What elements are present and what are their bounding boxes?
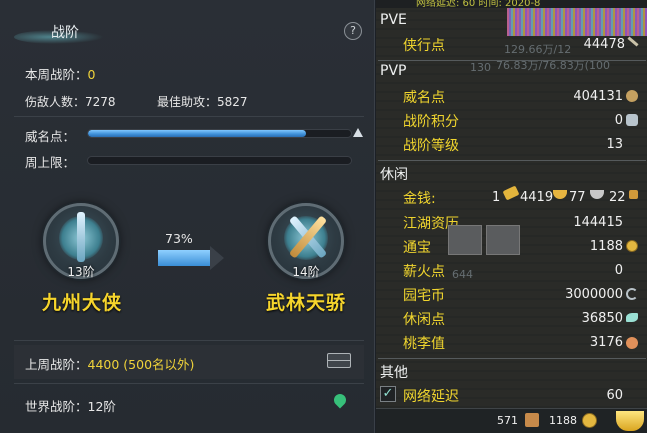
bg-level-text: 130	[470, 61, 491, 74]
item-thumbnail	[486, 225, 520, 255]
silver-ingot-icon	[590, 190, 604, 199]
current-rank-emblem[interactable]: 13阶	[43, 203, 119, 279]
treasure-chest-icon[interactable]	[327, 353, 351, 368]
leisure-value-yuanzhai: 3000000	[565, 287, 623, 302]
leisure-value-xinhuo: 0	[614, 263, 623, 278]
leaf-icon	[626, 313, 638, 322]
pvp-key-points: 战阶积分	[403, 114, 459, 130]
assist-value: 5827	[217, 95, 248, 109]
week-rank-row: 本周战阶：0	[25, 64, 95, 83]
pvp-value-prestige: 404131	[573, 89, 623, 104]
section-other: 其他	[380, 365, 408, 381]
tongbao-coin-icon	[626, 240, 638, 252]
last-week-rank: 上周战阶：4400 (500名以外)	[25, 354, 194, 373]
next-rank-name: 武林天骄	[266, 292, 347, 314]
help-icon[interactable]: ?	[344, 22, 362, 40]
pvp-value-points: 0	[614, 113, 623, 128]
divider	[14, 116, 364, 117]
prestige-coin-icon	[626, 90, 638, 102]
glitch-banner	[507, 8, 647, 36]
money-gold-bars: 1	[492, 190, 501, 205]
pvp-value-level: 13	[606, 137, 623, 152]
tongbao-coin-icon[interactable]	[582, 413, 597, 428]
assist-row: 最佳助攻：5827	[157, 93, 248, 110]
swirl-coin-icon	[626, 288, 638, 300]
section-pvp: PVP	[380, 63, 407, 79]
pve-value: 44478	[583, 37, 625, 52]
location-pin-icon[interactable]	[331, 391, 349, 409]
leisure-value-xiuxian: 36850	[581, 311, 623, 326]
week-rank-value: 0	[87, 67, 96, 82]
current-rank-name: 九州大侠	[42, 292, 123, 314]
bg-hp-text: 129.66万/12	[504, 43, 572, 56]
last-week-value: 4400 (500名以外)	[87, 357, 195, 372]
leisure-key-taoli: 桃李值	[403, 336, 445, 352]
gold-bar-icon	[502, 185, 520, 201]
peach-icon	[626, 337, 638, 349]
progress-percent: 73%	[165, 231, 193, 246]
divider	[14, 383, 364, 384]
next-rank-emblem[interactable]: 14阶	[268, 203, 344, 279]
divider	[14, 340, 364, 341]
bottom-coins: 1188	[549, 414, 577, 427]
other-value-latency: 60	[606, 388, 623, 403]
leisure-value-jianghu: 144415	[573, 215, 623, 230]
item-thumbnail	[448, 225, 482, 255]
brush-icon	[627, 36, 639, 47]
gold-ingot-icon	[553, 190, 567, 199]
kills-row: 伤敌人数：7278	[25, 93, 116, 110]
money-silver: 77	[569, 190, 586, 205]
current-rank-level: 13阶	[67, 265, 95, 279]
leisure-value-tongbao: 1188	[589, 239, 623, 254]
copper-coin-icon	[629, 190, 638, 199]
bar-end-marker-icon	[353, 128, 363, 137]
panel-title: 战阶	[51, 25, 79, 41]
latency-checkbox[interactable]: ✓	[380, 386, 396, 402]
week-cap-progress-bar	[87, 156, 352, 165]
leisure-value-taoli: 3176	[589, 335, 623, 350]
bg-num-text: 644	[452, 268, 473, 281]
prestige-label: 威名点：	[25, 129, 76, 144]
arrow-tip-icon	[210, 246, 224, 270]
world-rank-label: 世界战阶：	[25, 399, 88, 414]
money-gold: 4419	[520, 190, 554, 205]
rank-badge-icon	[626, 114, 638, 126]
last-week-label: 上周战阶：	[25, 357, 88, 372]
leisure-key-yuanzhai: 园宅币	[403, 288, 445, 304]
bottom-count: 571	[497, 414, 518, 427]
leisure-key-tongbao: 通宝	[403, 240, 431, 256]
top-status-bar: 网络延迟: 60 时间: 2020-8	[376, 0, 647, 9]
pvp-key-prestige: 威名点	[403, 90, 445, 106]
week-cap-label: 周上限：	[25, 155, 76, 170]
world-rank-row: 世界战阶：12阶	[25, 396, 116, 415]
item-icon[interactable]	[525, 413, 539, 427]
gold-ingot-icon[interactable]	[616, 411, 644, 431]
kills-value: 7278	[85, 95, 116, 109]
battle-rank-panel: 战阶 ? 本周战阶：0 伤敌人数：7278 最佳助攻：5827 威名点： 周上限…	[0, 0, 375, 433]
sword-icon	[77, 212, 85, 262]
section-pve: PVE	[380, 12, 407, 28]
other-key-latency: 网络延迟	[403, 389, 459, 405]
leisure-key-xiuxian: 休闲点	[403, 312, 445, 328]
section-leisure: 休闲	[380, 167, 408, 183]
next-rank-level: 14阶	[292, 265, 320, 279]
section-divider	[378, 60, 646, 61]
money-key: 金钱:	[403, 191, 436, 207]
pvp-key-level: 战阶等级	[403, 138, 459, 154]
pve-key: 侠行点	[403, 38, 445, 54]
leisure-key-xinhuo: 薪火点	[403, 264, 445, 280]
progress-arrow-icon	[158, 250, 210, 266]
week-rank-label: 本周战阶：	[25, 67, 88, 82]
bottom-bar: 571 1188	[376, 408, 647, 433]
money-copper: 22	[609, 190, 626, 205]
kills-label: 伤敌人数：	[25, 95, 86, 109]
prestige-progress-fill	[88, 130, 307, 137]
stats-panel: 网络延迟: 60 时间: 2020-8 129.66万/12 76.83万/76…	[376, 0, 647, 433]
section-divider	[378, 160, 646, 161]
assist-label: 最佳助攻：	[157, 95, 218, 109]
section-divider	[378, 358, 646, 359]
panel-header: 战阶 ?	[0, 0, 375, 50]
prestige-progress-bar	[87, 129, 352, 138]
world-rank-value: 12阶	[87, 399, 116, 414]
